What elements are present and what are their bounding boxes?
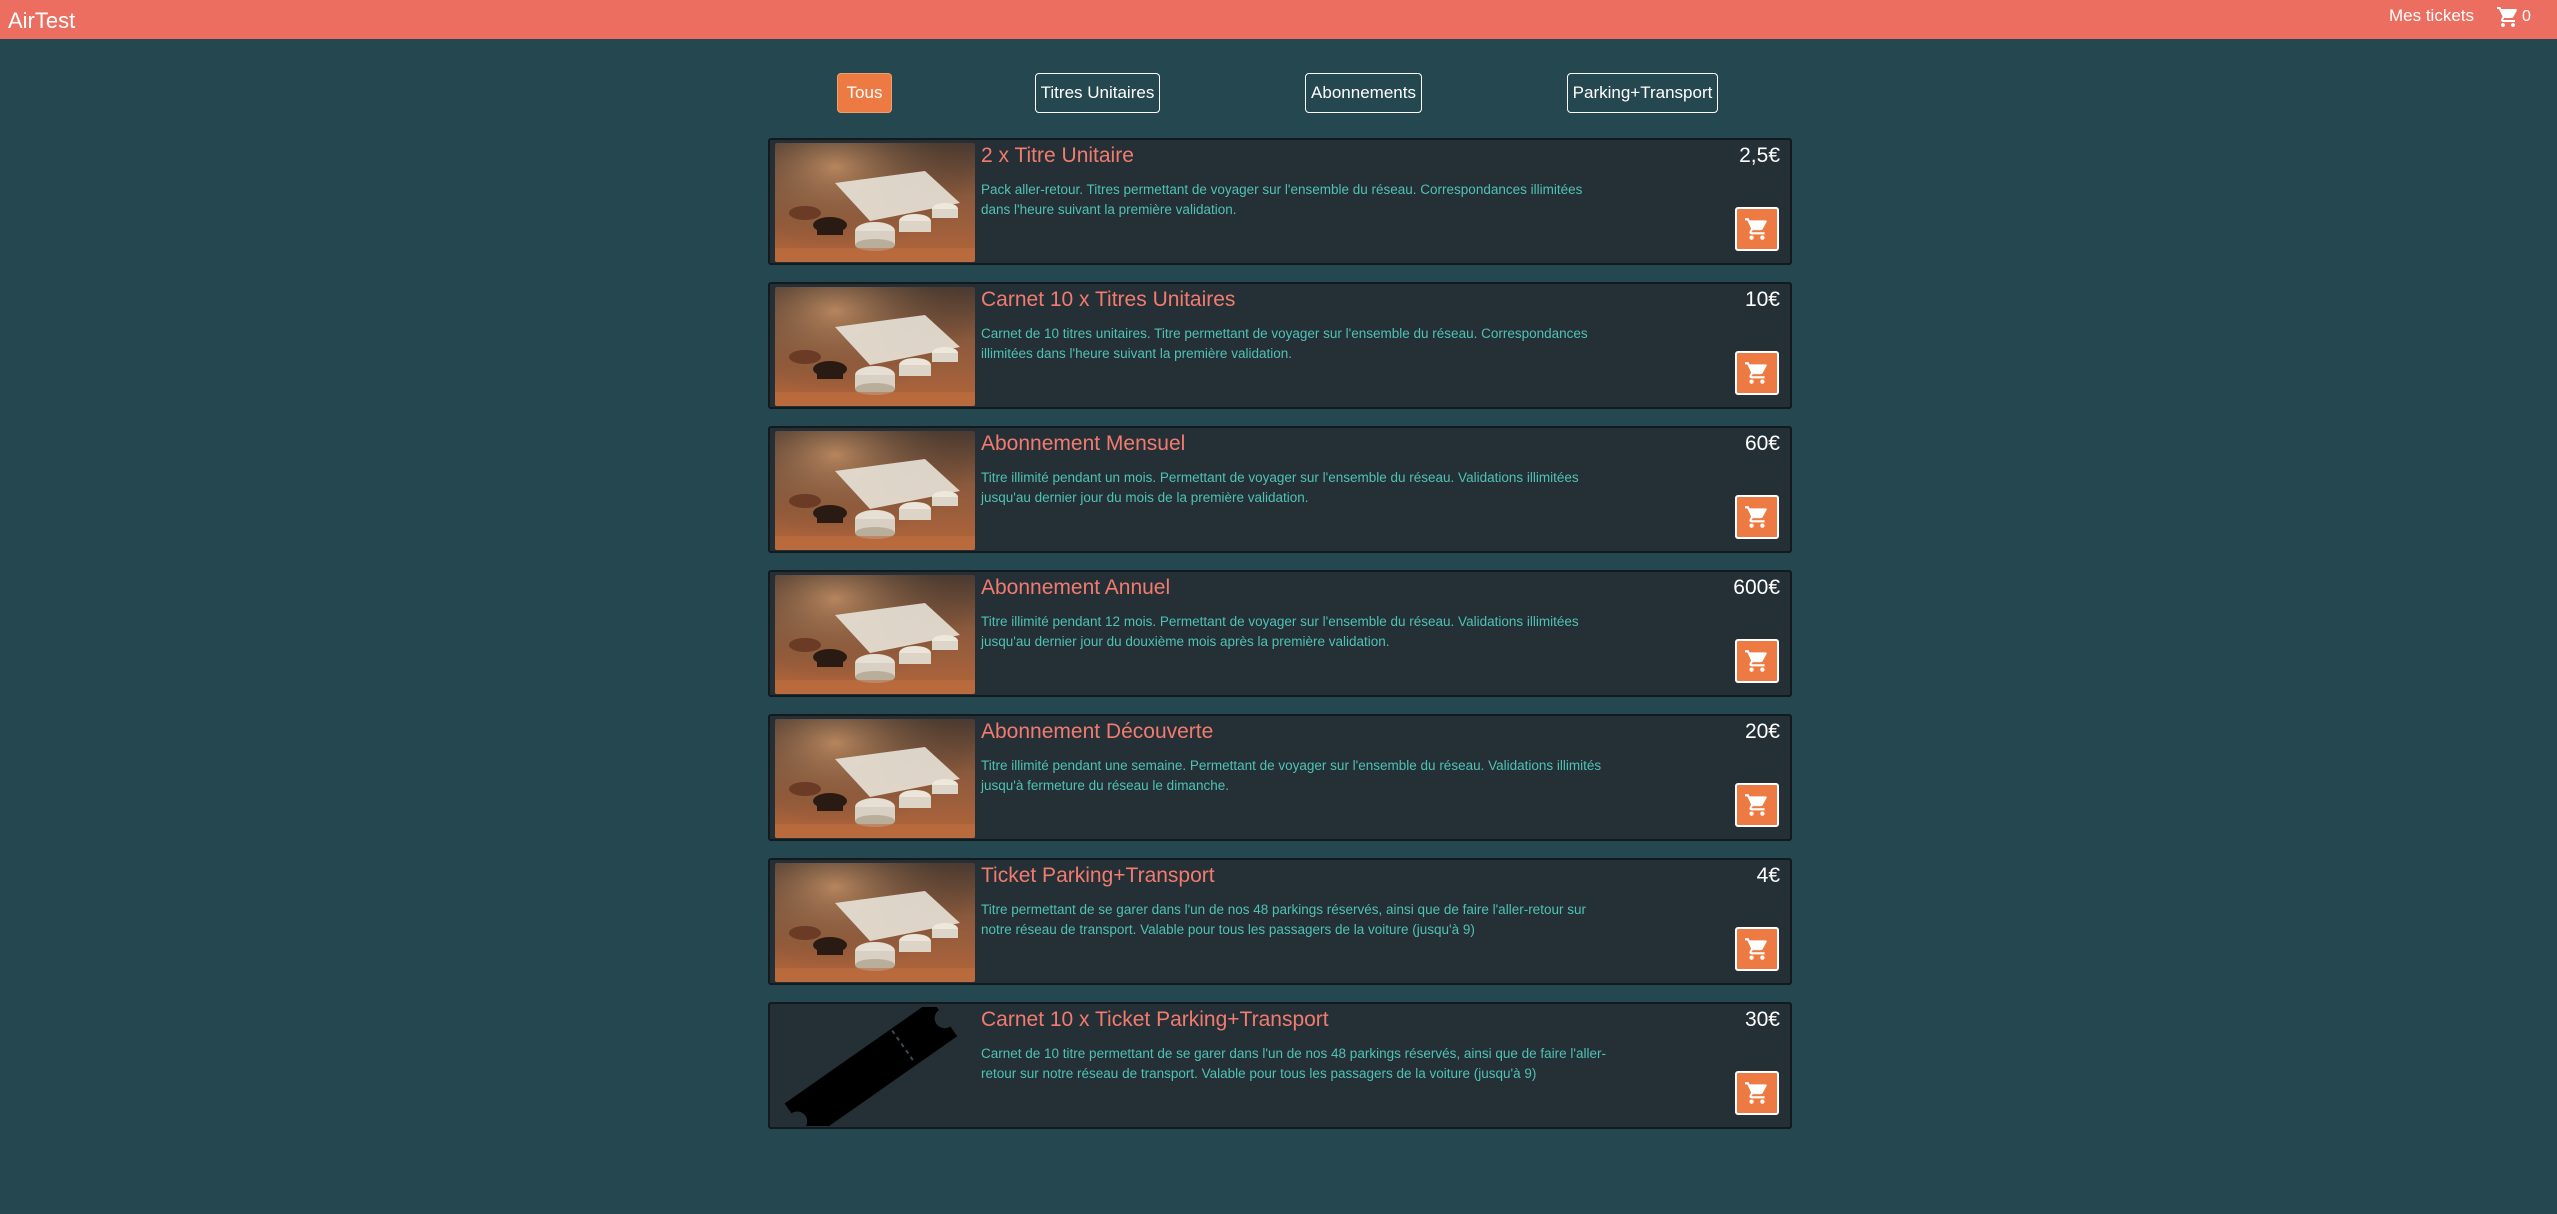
product-image [775, 575, 975, 694]
product-description: Titre illimité pendant 12 mois. Permetta… [981, 614, 1579, 649]
product-card: Carnet 10 x Titres Unitaires Carnet de 10… [768, 282, 1792, 409]
add-to-cart-icon [1745, 218, 1767, 240]
product-card: Abonnement Mensuel Titre illimité pendant… [768, 426, 1792, 553]
product-price: 600€ [1733, 576, 1780, 599]
product-photo [775, 143, 975, 262]
product-image [775, 143, 975, 262]
mes-tickets-link[interactable]: Mes tickets [2389, 6, 2474, 26]
brand-logo[interactable]: AirTest [8, 8, 75, 34]
product-price: 30€ [1744, 1008, 1780, 1031]
add-to-cart-icon [1745, 794, 1767, 816]
product-card: Abonnement Annuel Titre illimité pendant … [768, 570, 1792, 697]
add-to-cart-button[interactable] [1735, 927, 1779, 971]
add-to-cart-button[interactable] [1735, 639, 1779, 683]
add-to-cart-button[interactable] [1735, 495, 1779, 539]
product-card: Abonnement Découverte Titre illimité pend… [768, 714, 1792, 841]
add-to-cart-icon [1745, 650, 1767, 672]
product-photo [775, 431, 975, 550]
product-description: Carnet de 10 titre permettant de se gare… [981, 1046, 1607, 1081]
product-image [775, 1007, 975, 1126]
cart-link[interactable]: 0 [2496, 5, 2531, 29]
product-image [775, 431, 975, 550]
product-title: Abonnement Annuel [981, 576, 1171, 599]
cart-icon [2497, 7, 2518, 27]
product-description: Carnet de 10 titres unitaires. Titre per… [981, 326, 1588, 361]
product-title: Carnet 10 x Titres Unitaires [981, 288, 1236, 311]
add-to-cart-button[interactable] [1735, 783, 1779, 827]
add-to-cart-icon [1745, 938, 1767, 960]
product-price: 20€ [1744, 720, 1780, 743]
product-description: Pack aller-retour. Titres permettant de … [981, 182, 1583, 217]
tab-titres-unitaires[interactable]: Titres Unitaires [1035, 73, 1160, 113]
top-navbar: AirTest Mes tickets 0 [0, 0, 2557, 39]
add-to-cart-button[interactable] [1735, 351, 1779, 395]
product-title: Ticket Parking+Transport [981, 864, 1215, 887]
product-photo [775, 575, 975, 694]
product-title: Carnet 10 x Ticket Parking+Transport [981, 1008, 1329, 1031]
product-image [775, 287, 975, 406]
product-card: Carnet 10 x Ticket Parking+Transport Carn… [768, 1002, 1792, 1129]
tab-tous[interactable]: Tous [837, 73, 892, 113]
add-to-cart-icon [1745, 362, 1767, 384]
tab-abonnements[interactable]: Abonnements [1305, 73, 1422, 113]
product-title: Abonnement Découverte [981, 720, 1214, 743]
product-price: 4€ [1756, 864, 1780, 887]
product-image [775, 719, 975, 838]
product-card: Ticket Parking+Transport Titre permettant… [768, 858, 1792, 985]
add-to-cart-button[interactable] [1735, 207, 1779, 251]
product-photo [775, 719, 975, 838]
product-photo [775, 863, 975, 982]
cart-count: 0 [2522, 8, 2531, 25]
tab-parking-transport[interactable]: Parking+Transport [1567, 73, 1718, 113]
add-to-cart-icon [1745, 1082, 1767, 1104]
product-price: 2,5€ [1739, 144, 1780, 167]
product-photo [775, 287, 975, 406]
product-description: Titre permettant de se garer dans l'un d… [981, 902, 1586, 937]
product-description: Titre illimité pendant un mois. Permetta… [981, 470, 1579, 505]
product-description: Titre illimité pendant une semaine. Perm… [981, 758, 1602, 793]
add-to-cart-icon [1745, 506, 1767, 528]
product-card: 2 x Titre Unitaire Pack aller-retour. Tit… [768, 138, 1792, 265]
add-to-cart-button[interactable] [1735, 1071, 1779, 1115]
ticket-icon [775, 1007, 975, 1126]
product-title: Abonnement Mensuel [981, 432, 1186, 455]
product-price: 60€ [1744, 432, 1780, 455]
product-price: 10€ [1744, 288, 1780, 311]
product-title: 2 x Titre Unitaire [981, 144, 1134, 167]
product-image [775, 863, 975, 982]
